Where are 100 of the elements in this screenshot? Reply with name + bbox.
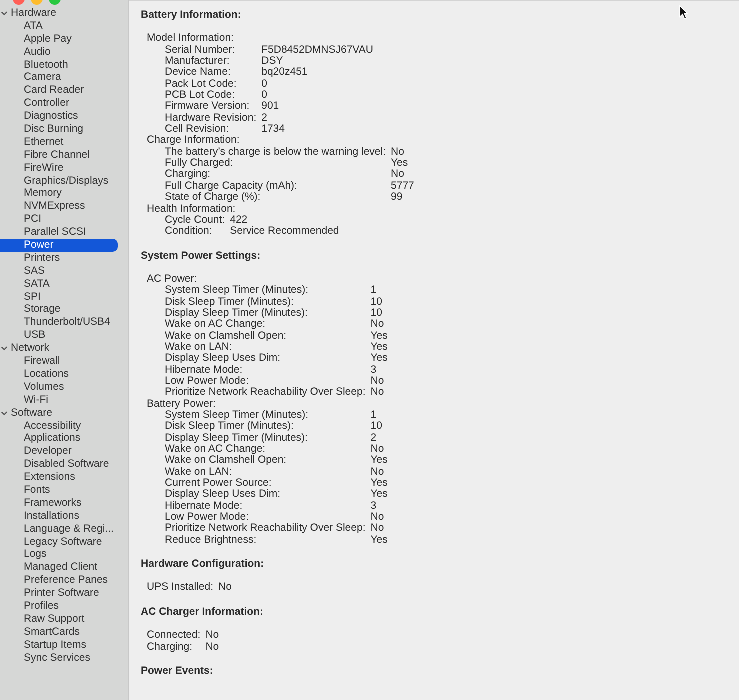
property-label: Prioritize Network Reachability Over Sleep:	[165, 387, 366, 399]
sidebar-item[interactable]: Controller	[0, 97, 118, 110]
property-value: No	[218, 582, 232, 594]
sidebar-item[interactable]: Wi-Fi	[0, 394, 118, 407]
sidebar-item[interactable]: Fibre Channel	[0, 148, 118, 162]
sidebar-item[interactable]: SATA	[0, 278, 118, 291]
property-label: Wake on AC Change:	[165, 444, 266, 456]
property-value: F5D8452DMNSJ67VAU	[262, 44, 374, 56]
sidebar-item[interactable]: Preference Panes	[0, 574, 118, 588]
sidebar-item[interactable]: Power	[0, 239, 118, 252]
sidebar-item[interactable]: Diagnostics	[0, 110, 118, 124]
sidebar-item[interactable]: Ethernet	[0, 136, 118, 149]
sidebar-item[interactable]: SmartCards	[0, 626, 118, 639]
property-value: 422	[230, 214, 249, 226]
property-label: Fully Charged:	[165, 158, 234, 170]
sidebar-group-label[interactable]: Network	[11, 342, 50, 356]
property-label: Connected:	[147, 630, 201, 642]
sidebar-item[interactable]: Audio	[0, 46, 118, 59]
property-label: Charging:	[147, 642, 194, 653]
property-label: Wake on AC Change:	[165, 319, 266, 331]
sidebar-item[interactable]: Fonts	[0, 484, 118, 497]
sidebar-item[interactable]: Logs	[0, 548, 118, 562]
property-value: 3	[370, 364, 378, 376]
property-value: 1	[370, 285, 378, 297]
sidebar-item[interactable]: SAS	[0, 264, 118, 278]
property-value: 10	[370, 296, 384, 308]
sidebar-item[interactable]: Printer Software	[0, 587, 118, 600]
property-label: Manufacturer:	[165, 56, 231, 68]
group-label: Charge Information:	[147, 135, 241, 147]
sidebar-item[interactable]: Extensions	[0, 471, 118, 484]
chevron-icon[interactable]	[1, 410, 8, 417]
sidebar-item[interactable]: Thunderbolt/USB4	[0, 316, 118, 330]
sidebar-item[interactable]: NVMExpress	[0, 200, 118, 214]
property-label: Display Sleep Timer (Minutes):	[165, 432, 309, 444]
sidebar-group-label[interactable]: Hardware	[11, 7, 57, 20]
property-value: No	[206, 630, 220, 642]
property-value: Yes	[370, 342, 388, 354]
property-value: bq20z451	[262, 67, 309, 79]
property-value: No	[391, 169, 406, 181]
sidebar-item[interactable]: Disabled Software	[0, 458, 118, 472]
sidebar-item[interactable]: Locations	[0, 368, 118, 381]
property-label: Current Power Source:	[165, 478, 272, 490]
property-label: Low Power Mode:	[165, 376, 250, 387]
sidebar-item[interactable]: Startup Items	[0, 638, 118, 652]
property-value: Service Recommended	[230, 226, 340, 238]
sidebar-item[interactable]: Printers	[0, 252, 118, 265]
sidebar-item[interactable]: Language & Regi...	[0, 522, 118, 536]
sidebar-item[interactable]: Parallel SCSI	[0, 226, 118, 240]
sidebar-item[interactable]: Apple Pay	[0, 32, 118, 46]
property-label: Cell Revision:	[165, 124, 230, 136]
sidebar-item[interactable]: Camera	[0, 71, 118, 84]
sidebar-item[interactable]: Profiles	[0, 600, 118, 613]
sidebar-item[interactable]: Raw Support	[0, 612, 118, 626]
group-label: AC Power:	[147, 274, 198, 286]
sidebar-item[interactable]: SPI	[0, 290, 118, 304]
sidebar-item[interactable]: Accessibility	[0, 420, 118, 432]
sidebar-item[interactable]: USB	[0, 329, 118, 342]
property-value: 901	[262, 101, 280, 113]
sidebar-item[interactable]: Managed Client	[0, 561, 118, 574]
property-label: Pack Lot Code:	[165, 78, 238, 90]
sidebar-item[interactable]: FireWire	[0, 162, 118, 175]
sidebar-item[interactable]: Applications	[0, 432, 118, 446]
property-label: Firmware Version:	[165, 101, 251, 113]
sidebar-item[interactable]: Bluetooth	[0, 58, 118, 72]
sidebar-group-label[interactable]: Software	[11, 406, 52, 420]
sidebar-item[interactable]: Firewall	[0, 355, 118, 368]
property-value: Yes	[370, 330, 388, 342]
chevron-icon[interactable]	[1, 345, 8, 352]
property-label: State of Charge (%):	[165, 192, 261, 204]
property-label: Reduce Brightness:	[165, 534, 258, 546]
property-label: Hibernate Mode:	[165, 364, 244, 376]
property-label: Display Sleep Timer (Minutes):	[165, 308, 309, 320]
property-value: No	[370, 444, 386, 456]
sidebar-item[interactable]: Graphics/Displays	[0, 174, 118, 188]
property-value: No	[370, 466, 386, 478]
property-label: Condition:	[165, 226, 214, 238]
section-title: AC Charger Information:	[141, 606, 264, 618]
property-label: The battery’s charge is below the warning level:	[165, 146, 386, 158]
chevron-icon[interactable]	[1, 10, 8, 17]
sidebar-item[interactable]: Memory	[0, 187, 118, 200]
property-label: Hardware Revision:	[165, 112, 257, 124]
property-label: Disk Sleep Timer (Minutes):	[165, 421, 294, 433]
property-value: 2	[370, 432, 378, 444]
sidebar-item[interactable]: Card Reader	[0, 84, 118, 98]
sidebar-item[interactable]: Storage	[0, 303, 118, 316]
sidebar-item[interactable]: Developer	[0, 445, 118, 458]
sidebar-item[interactable]: PCI	[0, 213, 118, 226]
sidebar-item[interactable]: Volumes	[0, 380, 118, 394]
sidebar-item[interactable]: Frameworks	[0, 496, 118, 510]
property-label: PCB Lot Code:	[165, 90, 236, 102]
sidebar-item[interactable]: ATA	[0, 20, 118, 33]
property-value: 0	[262, 78, 268, 90]
sidebar-item[interactable]: Sync Services	[0, 652, 118, 664]
sidebar-item[interactable]: Disc Burning	[0, 123, 118, 136]
group-label: Health Information:	[147, 204, 237, 215]
sidebar-item[interactable]: Installations	[0, 510, 118, 523]
property-label: Disk Sleep Timer (Minutes):	[165, 296, 294, 308]
sidebar-item[interactable]: Legacy Software	[0, 536, 118, 548]
property-label: System Sleep Timer (Minutes):	[165, 285, 310, 297]
property-value: Yes	[370, 353, 388, 365]
